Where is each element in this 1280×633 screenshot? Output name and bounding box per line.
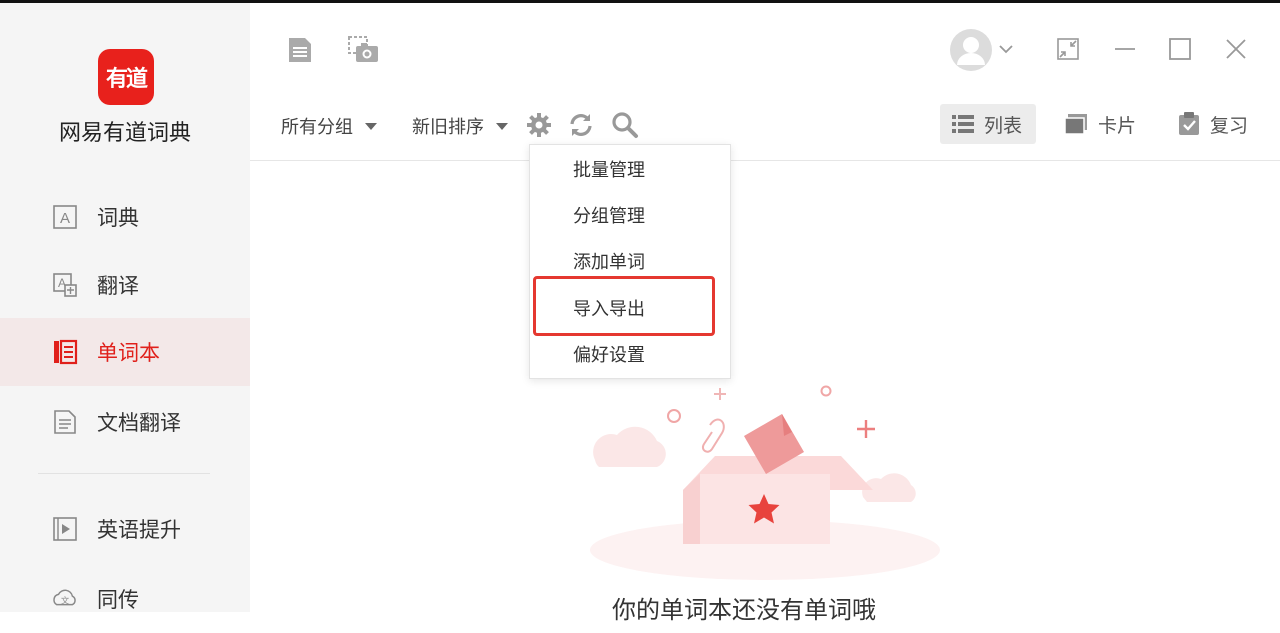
maximize-icon[interactable]	[1165, 34, 1195, 64]
caret-down-icon	[365, 122, 377, 130]
sync-icon[interactable]	[567, 111, 595, 139]
minimize-icon[interactable]	[1110, 34, 1140, 64]
card-view-label: 卡片	[1098, 114, 1137, 137]
menu-item-batch-manage[interactable]: 批量管理	[530, 146, 730, 192]
highlight-box	[533, 276, 715, 336]
sidebar-item-english-improve[interactable]: 英语提升	[0, 495, 250, 563]
list-icon	[952, 114, 974, 134]
simultaneous-interpretation-icon: 文	[52, 586, 78, 612]
close-icon[interactable]	[1221, 34, 1251, 64]
wordbook-icon	[52, 339, 78, 365]
sidebar-item-dictionary[interactable]: A 词典	[0, 183, 250, 251]
chevron-down-icon[interactable]	[997, 40, 1015, 58]
sidebar-divider	[38, 473, 210, 474]
video-play-icon	[52, 516, 78, 542]
avatar[interactable]	[949, 28, 993, 72]
sort-label: 新旧排序	[412, 117, 484, 138]
screenshot-icon[interactable]	[348, 36, 380, 64]
sidebar-item-label: 翻译	[97, 274, 139, 298]
clipboard-check-icon	[1178, 112, 1200, 136]
group-filter-label: 所有分组	[281, 117, 353, 138]
gear-icon[interactable]	[526, 112, 552, 138]
app-name: 网易有道词典	[58, 121, 191, 146]
review-label: 复习	[1210, 114, 1249, 137]
svg-text:文: 文	[61, 596, 70, 606]
toolbar-divider	[250, 160, 1280, 161]
search-icon[interactable]	[611, 111, 639, 139]
menu-item-group-manage[interactable]: 分组管理	[530, 192, 730, 238]
sidebar-item-document-translate[interactable]: 文档翻译	[0, 388, 250, 456]
sidebar-item-label: 词典	[97, 206, 139, 230]
list-view-button[interactable]: 列表	[940, 104, 1036, 144]
dictionary-icon: A	[52, 204, 78, 230]
settings-dropdown-menu: 批量管理 分组管理 添加单词 导入导出 偏好设置	[529, 144, 731, 379]
sidebar-item-translate[interactable]: A 翻译	[0, 251, 250, 319]
card-view-button[interactable]: 卡片	[1064, 104, 1136, 144]
sidebar-item-simultaneous[interactable]: 文 同传	[0, 565, 250, 633]
document-icon[interactable]	[286, 36, 314, 64]
caret-down-icon	[496, 122, 508, 130]
translate-icon: A	[52, 272, 78, 298]
sidebar-item-wordbook[interactable]: 单词本	[0, 318, 250, 386]
sidebar-item-label: 英语提升	[97, 518, 181, 542]
list-view-label: 列表	[984, 114, 1023, 137]
menu-item-preferences[interactable]: 偏好设置	[530, 331, 730, 377]
sidebar: 有道 网易有道词典 A 词典 A 翻译 单词本 文档翻译 英语提升 文 同传	[0, 3, 250, 612]
sidebar-item-label: 单词本	[97, 341, 160, 365]
sidebar-item-label: 文档翻译	[97, 411, 181, 435]
empty-state-text: 你的单词本还没有单词哦	[612, 596, 876, 624]
app-logo-text: 有道	[105, 67, 148, 92]
sort-dropdown[interactable]: 新旧排序	[412, 112, 508, 140]
svg-text:A: A	[60, 210, 70, 227]
card-icon	[1064, 113, 1088, 135]
group-filter-dropdown[interactable]: 所有分组	[281, 112, 377, 140]
sidebar-item-label: 同传	[97, 588, 139, 612]
empty-box-illustration	[590, 385, 940, 580]
app-logo: 有道	[98, 49, 154, 105]
shrink-icon[interactable]	[1053, 34, 1083, 64]
review-button[interactable]: 复习	[1178, 104, 1248, 144]
document-translate-icon	[52, 409, 78, 435]
